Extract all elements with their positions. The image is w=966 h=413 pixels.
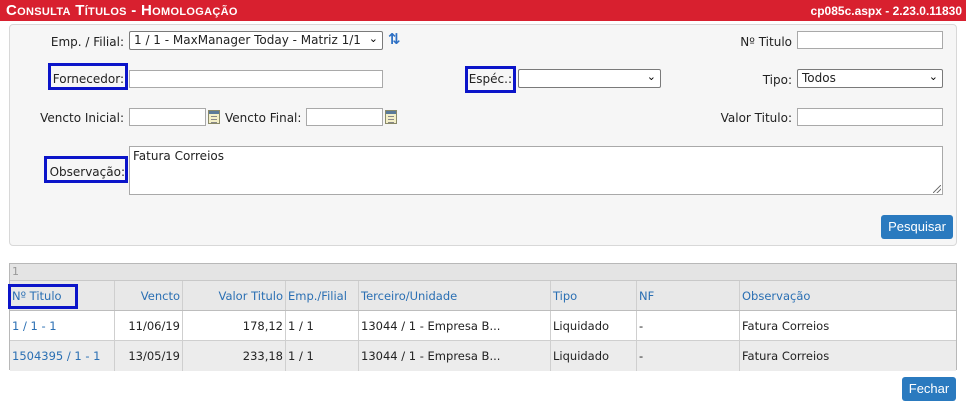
valor-titulo-cell: 178,12 (183, 311, 286, 340)
tipo-value: Todos (802, 71, 836, 85)
calendar-icon[interactable] (385, 110, 397, 124)
vencto-final-input[interactable] (306, 108, 383, 126)
close-button[interactable]: Fechar (902, 377, 956, 401)
observacao-textarea[interactable]: Fatura Correios (129, 146, 943, 195)
chevron-down-icon: ⌄ (368, 32, 378, 45)
nf-cell: - (637, 311, 740, 340)
especie-select[interactable]: ⌄ (518, 69, 661, 88)
results-grid: 1 Nº Titulo Vencto Valor Titulo Emp./Fil… (8, 263, 957, 371)
table-row[interactable]: 1 / 1 - 1 11/06/19 178,12 1 / 1 13044 / … (10, 311, 956, 341)
filter-panel (9, 24, 957, 246)
fornecedor-highlight-box (48, 63, 128, 90)
tipo-label: Tipo: (762, 73, 792, 87)
resize-grip-icon[interactable] (933, 185, 941, 193)
emp-filial-select[interactable]: 1 / 1 - MaxManager Today - Matriz 1/1 ⌄ (129, 31, 383, 50)
column-header-tipo[interactable]: Tipo (551, 281, 637, 310)
observacao-value: Fatura Correios (133, 149, 224, 163)
refresh-icon[interactable]: ⇅ (388, 31, 402, 47)
chevron-down-icon: ⌄ (928, 70, 938, 83)
fornecedor-input[interactable] (129, 70, 383, 88)
title-bar: Consulta Títulos - Homologação cp085c.as… (0, 0, 966, 21)
vencto-inicial-input[interactable] (129, 108, 206, 126)
emp-filial-cell: 1 / 1 (286, 341, 359, 371)
emp-filial-label: Emp. / Filial: (50, 35, 124, 49)
page-number[interactable]: 1 (12, 265, 19, 278)
num-titulo-input[interactable] (797, 31, 943, 49)
emp-filial-value: 1 / 1 - MaxManager Today - Matriz 1/1 (134, 33, 361, 47)
vencto-inicial-label: Vencto Inicial: (40, 111, 124, 125)
num-titulo-highlight-box (8, 284, 78, 309)
num-titulo-label: Nº Titulo (740, 35, 792, 49)
nf-cell: - (637, 341, 740, 371)
especie-highlight-box (465, 66, 516, 93)
valor-titulo-input[interactable] (797, 108, 943, 126)
column-header-valor-titulo[interactable]: Valor Titulo (183, 281, 286, 310)
version-label: cp085c.aspx - 2.23.0.11830 (810, 4, 962, 18)
calendar-icon[interactable] (208, 110, 220, 124)
tipo-select[interactable]: Todos ⌄ (797, 69, 943, 88)
vencto-cell: 13/05/19 (115, 341, 183, 371)
column-header-vencto[interactable]: Vencto (115, 281, 183, 310)
vencto-cell: 11/06/19 (115, 311, 183, 340)
terceiro-unidade-cell: 13044 / 1 - Empresa B... (359, 341, 551, 371)
table-row[interactable]: 1504395 / 1 - 1 13/05/19 233,18 1 / 1 13… (10, 341, 956, 371)
observacao-cell: Fatura Correios (742, 319, 830, 333)
valor-titulo-label: Valor Titulo: (720, 111, 792, 125)
observacao-cell: Fatura Correios (742, 349, 830, 363)
column-header-nf[interactable]: NF (637, 281, 740, 310)
vencto-final-label: Vencto Final: (225, 111, 302, 125)
column-header-emp-filial[interactable]: Emp./Filial (286, 281, 359, 310)
column-header-observacao[interactable]: Observação (740, 281, 956, 310)
pager: 1 (10, 264, 956, 281)
tipo-cell: Liquidado (551, 341, 637, 371)
search-button[interactable]: Pesquisar (881, 215, 953, 239)
emp-filial-cell: 1 / 1 (286, 311, 359, 340)
observacao-highlight-box (44, 156, 128, 183)
tipo-cell: Liquidado (551, 311, 637, 340)
chevron-down-icon: ⌄ (646, 70, 656, 83)
valor-titulo-cell: 233,18 (183, 341, 286, 371)
column-header-terceiro-unidade[interactable]: Terceiro/Unidade (359, 281, 551, 310)
grid-header: Nº Titulo Vencto Valor Titulo Emp./Filia… (10, 281, 956, 311)
num-titulo-cell[interactable]: 1504395 / 1 - 1 (10, 341, 115, 371)
num-titulo-cell[interactable]: 1 / 1 - 1 (10, 311, 115, 340)
page-title: Consulta Títulos - Homologação (6, 2, 238, 19)
terceiro-unidade-cell: 13044 / 1 - Empresa B... (359, 311, 551, 340)
